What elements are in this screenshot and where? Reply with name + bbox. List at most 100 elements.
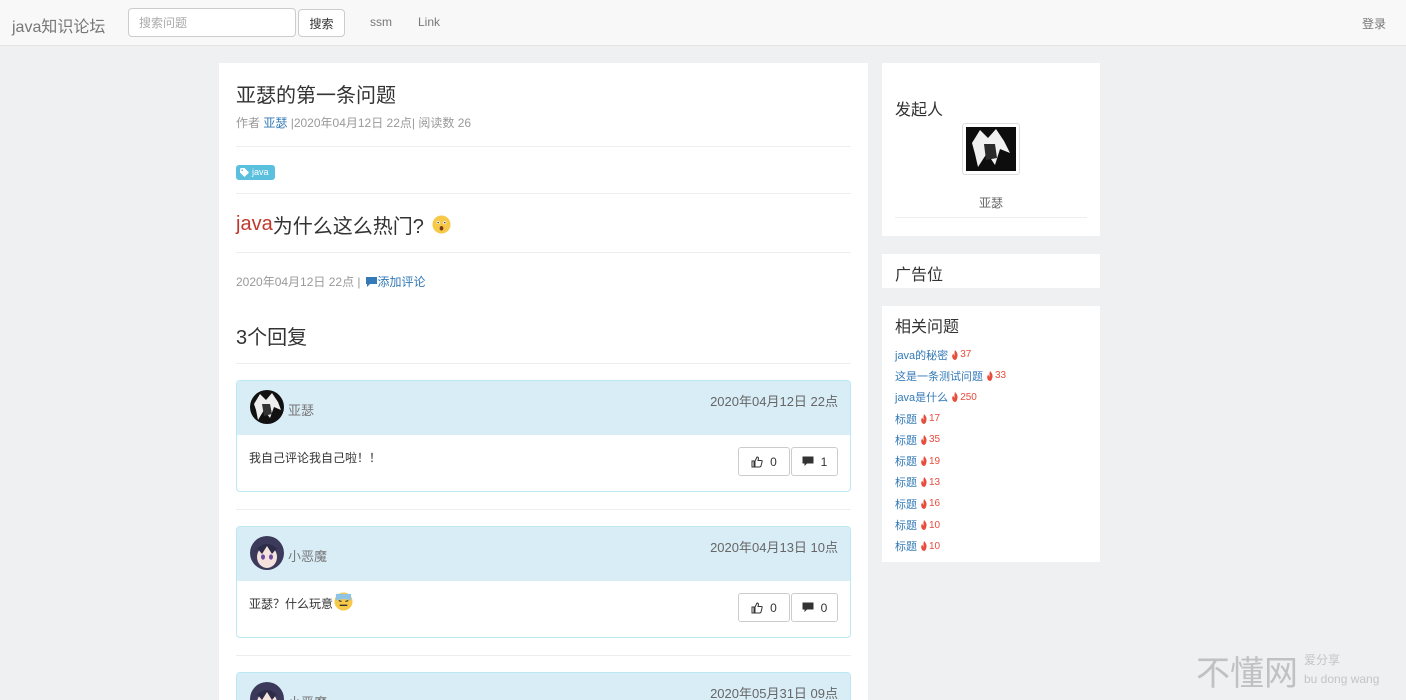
hot-count-value: 10 xyxy=(929,519,941,531)
hot-count-value: 33 xyxy=(995,370,1007,382)
reply-time: 2020年04月13日 10点 xyxy=(710,540,838,555)
hot-count-value: 17 xyxy=(929,413,941,425)
avatar[interactable] xyxy=(250,536,284,570)
divider xyxy=(236,193,851,194)
comment-icon xyxy=(802,456,814,466)
hot-count: 37 xyxy=(951,349,971,360)
reply-header: 小恶魔 2020年04月13日 10点 xyxy=(237,527,850,581)
flame-icon xyxy=(987,370,993,381)
avatar[interactable] xyxy=(250,682,284,700)
comment-icon xyxy=(802,602,814,612)
reply-time: 2020年04月12日 22点 xyxy=(710,394,838,409)
related-item[interactable]: 这是一条测试问题 33 xyxy=(895,365,1006,386)
related-item[interactable]: 标题 35 xyxy=(895,429,1006,450)
related-box: 相关问题 java的秘密 37 这是一条测试问题 33 java是什么 250 标题 17 标题… xyxy=(882,306,1100,562)
related-item[interactable]: java的秘密 37 xyxy=(895,344,1006,365)
question-panel: 亚瑟的第一条问题 作者 亚瑟 |2020年04月12日 22点| 阅读数 26 … xyxy=(219,63,868,700)
divider xyxy=(236,509,851,510)
starter-name[interactable]: 亚瑟 xyxy=(882,194,1100,211)
reply-username[interactable]: 小恶魔 xyxy=(288,692,327,700)
reply-time: 2020年05月31日 09点 xyxy=(710,686,838,700)
related-item[interactable]: 标题 19 xyxy=(895,450,1006,471)
search-button[interactable]: 搜索 xyxy=(298,9,345,37)
comment-icon xyxy=(365,276,377,287)
starter-box: 发起人 亚瑟 xyxy=(882,63,1100,236)
question-description: java 为什么这么热门? xyxy=(236,210,451,239)
related-item-title[interactable]: 标题 xyxy=(895,411,917,427)
related-item-title[interactable]: java的秘密 xyxy=(895,347,948,363)
hot-count: 17 xyxy=(920,413,940,424)
login-link[interactable]: 登录 xyxy=(1362,15,1386,32)
question-time: 2020年04月12日 22点 | xyxy=(236,275,361,289)
brand-logo-text[interactable]: java知识论坛 xyxy=(12,13,105,37)
reply-username[interactable]: 亚瑟 xyxy=(288,400,314,419)
question-title: 亚瑟的第一条问题 xyxy=(236,85,396,107)
hot-count-value: 10 xyxy=(929,540,941,552)
divider xyxy=(236,363,851,364)
related-item-title[interactable]: 标题 xyxy=(895,474,917,490)
related-item[interactable]: 标题 10 xyxy=(895,536,1006,557)
starter-avatar[interactable] xyxy=(962,123,1020,175)
nav-link-link[interactable]: Link xyxy=(418,15,440,29)
avatar[interactable] xyxy=(250,390,284,424)
thumbs-up-icon xyxy=(751,455,763,467)
navbar: java知识论坛 搜索 ssm Link 登录 xyxy=(0,0,1406,46)
reply-username[interactable]: 小恶魔 xyxy=(288,546,327,565)
starter-title: 发起人 xyxy=(895,102,944,119)
divider xyxy=(236,655,851,656)
related-item-title[interactable]: java是什么 xyxy=(895,389,948,405)
comment-button[interactable]: 0 xyxy=(791,593,838,622)
related-item-title[interactable]: 标题 xyxy=(895,538,917,554)
related-item-title[interactable]: 标题 xyxy=(895,517,917,533)
watermark-subtitle: 爱分享 bu dong wang xyxy=(1304,651,1379,689)
comment-button[interactable]: 1 xyxy=(791,447,838,476)
hot-count-value: 19 xyxy=(929,455,941,467)
tag-java[interactable]: java xyxy=(236,165,275,180)
related-item[interactable]: java是什么 250 xyxy=(895,387,1006,408)
related-title: 相关问题 xyxy=(895,319,960,336)
hot-count: 13 xyxy=(920,477,940,488)
flame-icon xyxy=(921,541,927,552)
weary-emoji-icon xyxy=(334,592,353,611)
add-comment-link[interactable]: 添加评论 xyxy=(365,273,426,290)
related-item[interactable]: 标题 17 xyxy=(895,408,1006,429)
reply-card: 小恶魔 2020年05月31日 09点 xyxy=(236,672,851,700)
like-count: 0 xyxy=(770,600,777,615)
divider xyxy=(236,146,851,147)
related-item-title[interactable]: 标题 xyxy=(895,432,917,448)
like-count: 0 xyxy=(770,454,777,469)
reply-body: 我自己评论我自己啦！！ 0 1 xyxy=(237,435,850,491)
comment-count: 1 xyxy=(820,454,828,469)
related-item-title[interactable]: 标题 xyxy=(895,453,917,469)
flame-icon xyxy=(921,434,927,445)
hot-count-value: 37 xyxy=(960,349,972,361)
add-comment-label: 添加评论 xyxy=(377,275,426,289)
related-item-title[interactable]: 这是一条测试问题 xyxy=(895,368,983,384)
related-item[interactable]: 标题 10 xyxy=(895,514,1006,535)
meta-author-prefix: 作者 xyxy=(236,116,261,130)
related-item-title[interactable]: 标题 xyxy=(895,496,917,512)
hot-count: 250 xyxy=(951,392,977,403)
search-input[interactable] xyxy=(128,8,296,37)
watermark-line-1: 爱分享 xyxy=(1304,653,1341,667)
divider xyxy=(236,252,851,253)
related-item[interactable]: 标题 16 xyxy=(895,493,1006,514)
like-button[interactable]: 0 xyxy=(738,447,790,476)
flame-icon xyxy=(921,456,927,467)
tag-icon xyxy=(240,168,249,177)
ad-box: 广告位 xyxy=(882,254,1100,288)
related-item[interactable]: 标题 13 xyxy=(895,472,1006,493)
author-link[interactable]: 亚瑟 xyxy=(263,116,287,130)
thumbs-up-icon xyxy=(751,601,763,613)
reply-actions: 0 0 xyxy=(738,593,838,622)
reply-text-row: 亚瑟？什么玩意 xyxy=(249,592,353,612)
reply-body: 亚瑟？什么玩意 0 0 xyxy=(237,581,850,637)
comment-count: 0 xyxy=(820,600,828,615)
hot-count: 10 xyxy=(920,520,940,531)
meta-time-views: |2020年04月12日 22点| 阅读数 26 xyxy=(290,116,472,130)
reply-text: 我自己评论我自己啦！！ xyxy=(249,451,382,465)
replies-count-title: 3个回复 xyxy=(236,327,308,349)
like-button[interactable]: 0 xyxy=(738,593,790,622)
nav-link-ssm[interactable]: ssm xyxy=(370,15,392,29)
question-meta: 作者 亚瑟 |2020年04月12日 22点| 阅读数 26 xyxy=(236,114,471,131)
